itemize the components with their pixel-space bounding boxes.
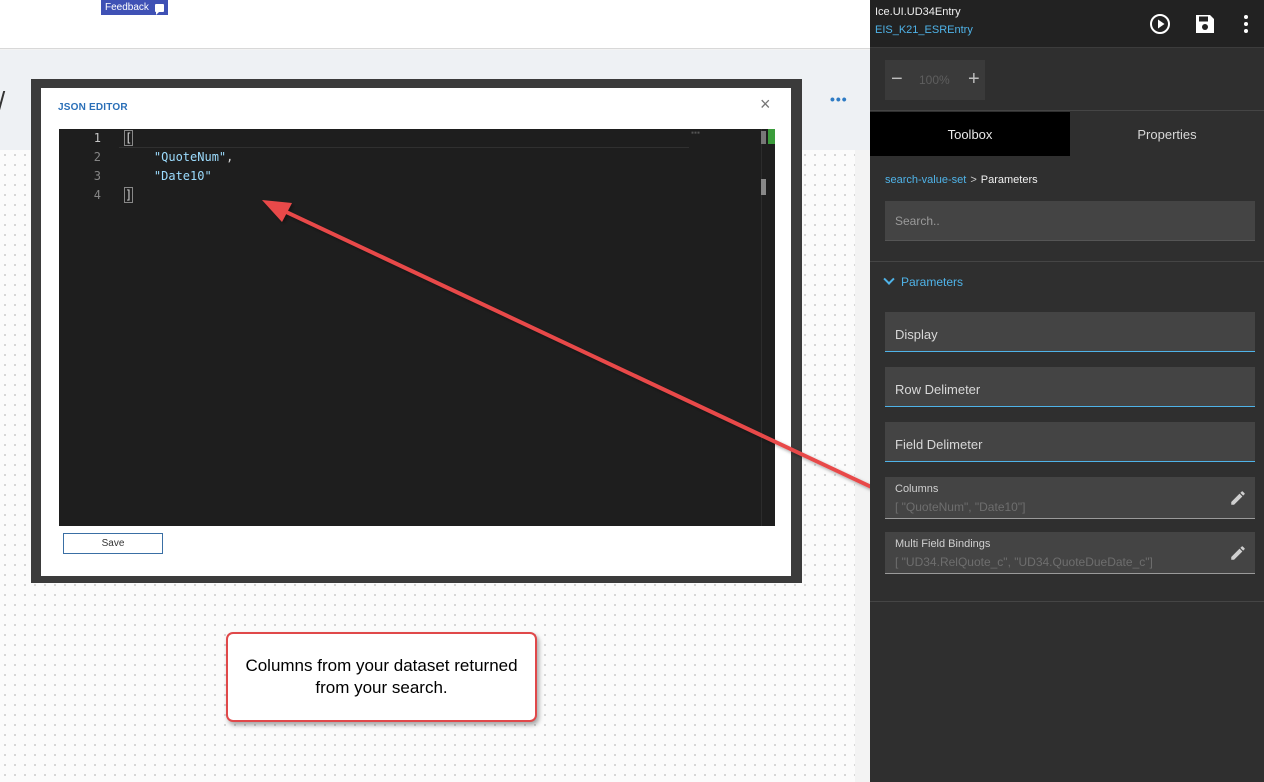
zoom-level: 100% bbox=[919, 73, 950, 87]
json-editor-dialog: JSON EDITOR × 1 2 3 4 [ "QuoteNum", "Dat… bbox=[41, 88, 791, 576]
json-string: "Date10" bbox=[153, 169, 212, 183]
close-icon[interactable]: × bbox=[760, 94, 771, 115]
line-number: 3 bbox=[93, 169, 101, 183]
scrollbar-marker bbox=[761, 131, 766, 144]
zoom-in-button[interactable]: + bbox=[968, 68, 980, 91]
scrollbar-change-marker bbox=[768, 129, 775, 144]
field-label: Display bbox=[895, 327, 938, 342]
columns-field[interactable]: Columns [ "QuoteNum", "Date10"] bbox=[885, 477, 1255, 519]
breadcrumb-current: Parameters bbox=[980, 174, 1038, 186]
json-string: "QuoteNum" bbox=[153, 150, 227, 164]
line-number: 2 bbox=[93, 150, 101, 164]
page-title-fragment: / bbox=[0, 86, 5, 117]
divider bbox=[870, 261, 1264, 262]
top-bar: Feedback bbox=[0, 0, 870, 49]
line-number: 4 bbox=[93, 188, 101, 202]
more-options-icon[interactable]: ••• bbox=[830, 91, 848, 107]
right-panel: Ice.UI.UD34Entry EIS_K21_ESREntry − 100%… bbox=[870, 0, 1264, 782]
breadcrumb-link[interactable]: search-value-set bbox=[885, 174, 966, 186]
dialog-title: JSON EDITOR bbox=[58, 102, 128, 113]
code-line-3: "Date10" bbox=[125, 169, 212, 183]
code-line-4: ] bbox=[123, 187, 134, 203]
parameters-section-toggle[interactable]: Parameters bbox=[883, 273, 964, 289]
code-editor[interactable]: 1 2 3 4 [ "QuoteNum", "Date10" ] ▪▪▪ bbox=[59, 129, 775, 526]
scrollbar-thumb[interactable] bbox=[761, 179, 766, 195]
zoom-out-button[interactable]: − bbox=[891, 68, 903, 91]
breadcrumb: search-value-set > Parameters bbox=[885, 174, 1038, 186]
chevron-down-icon bbox=[883, 273, 895, 285]
pencil-icon[interactable] bbox=[1229, 489, 1247, 507]
tab-properties[interactable]: Properties bbox=[1070, 112, 1264, 156]
json-comma: , bbox=[226, 150, 234, 164]
feedback-button[interactable]: Feedback bbox=[101, 0, 168, 15]
field-value: [ "UD34.RelQuote_c", "UD34.QuoteDueDate_… bbox=[895, 555, 1153, 569]
kebab-menu-icon[interactable] bbox=[1234, 12, 1258, 36]
panel-header: Ice.UI.UD34Entry EIS_K21_ESREntry bbox=[870, 0, 1264, 48]
save-button[interactable]: Save bbox=[63, 533, 163, 554]
section-title: Parameters bbox=[901, 275, 964, 289]
field-label: Field Delimeter bbox=[895, 437, 983, 452]
layer-name-link[interactable]: EIS_K21_ESREntry bbox=[875, 24, 973, 36]
current-line-highlight bbox=[119, 129, 689, 148]
zoom-control: − 100% + bbox=[885, 60, 985, 100]
display-field[interactable]: Display bbox=[885, 312, 1255, 352]
field-value: [ "QuoteNum", "Date10"] bbox=[895, 500, 1026, 514]
divider bbox=[870, 601, 1264, 602]
divider bbox=[870, 110, 1264, 111]
field-label: Multi Field Bindings bbox=[895, 538, 991, 550]
field-label: Row Delimeter bbox=[895, 382, 981, 397]
pencil-icon[interactable] bbox=[1229, 544, 1247, 562]
row-delimeter-field[interactable]: Row Delimeter bbox=[885, 367, 1255, 407]
open-bracket: [ bbox=[123, 130, 134, 146]
breadcrumb-separator: > bbox=[970, 174, 977, 186]
annotation-text: Columns from your dataset returned from … bbox=[245, 656, 518, 697]
field-label: Columns bbox=[895, 483, 939, 495]
code-line-1: [ bbox=[123, 130, 134, 146]
line-number-gutter: 1 2 3 4 bbox=[59, 129, 119, 526]
play-icon[interactable] bbox=[1148, 12, 1172, 36]
close-bracket: ] bbox=[123, 187, 134, 203]
feedback-icon bbox=[154, 3, 164, 15]
search-input[interactable] bbox=[885, 201, 1255, 241]
feedback-label: Feedback bbox=[105, 1, 149, 13]
save-icon[interactable] bbox=[1193, 12, 1217, 36]
annotation-callout: Columns from your dataset returned from … bbox=[226, 632, 537, 722]
field-delimeter-field[interactable]: Field Delimeter bbox=[885, 422, 1255, 462]
app-name: Ice.UI.UD34Entry bbox=[875, 6, 961, 18]
line-number: 1 bbox=[93, 131, 101, 145]
tab-toolbox[interactable]: Toolbox bbox=[870, 112, 1070, 156]
code-line-2: "QuoteNum", bbox=[125, 150, 233, 164]
multi-field-bindings-field[interactable]: Multi Field Bindings [ "UD34.RelQuote_c"… bbox=[885, 532, 1255, 574]
minimap: ▪▪▪ bbox=[691, 130, 701, 136]
